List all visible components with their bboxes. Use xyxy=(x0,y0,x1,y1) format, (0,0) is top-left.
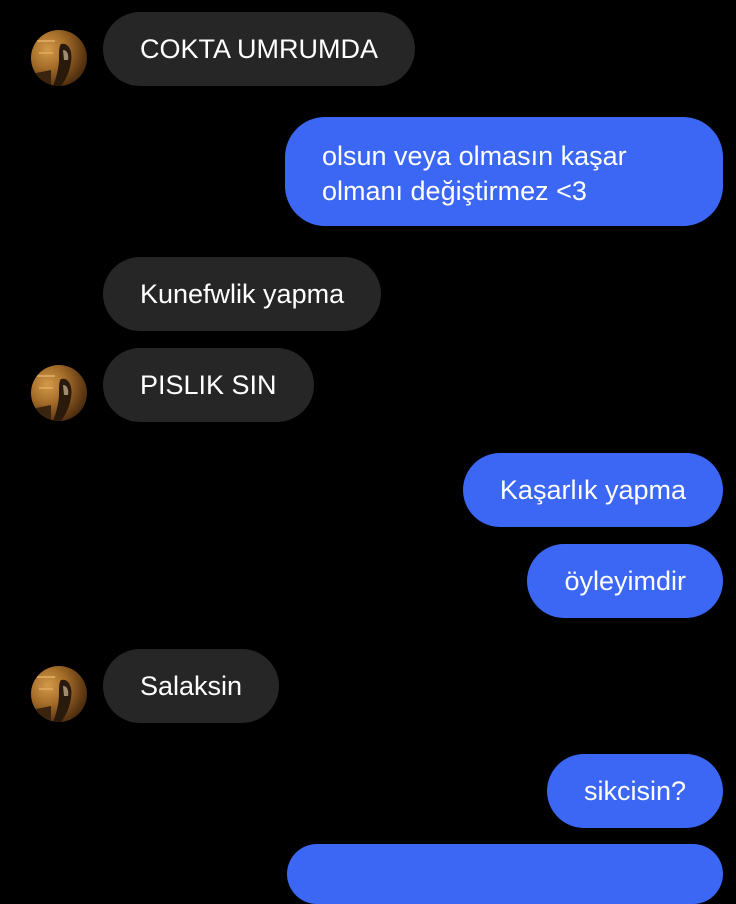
message-bubble-incoming[interactable]: COKTA UMRUMDA xyxy=(103,12,416,86)
message-bubble-incoming[interactable]: PISLIK SIN xyxy=(103,348,314,422)
message-text: Kaşarlık yapma xyxy=(499,475,686,505)
message-text: COKTA UMRUMDA xyxy=(140,34,379,64)
contact-avatar[interactable] xyxy=(31,365,87,421)
message-text: sikcisin? xyxy=(583,776,686,806)
avatar-photo-icon xyxy=(31,676,72,722)
message-bubble-outgoing[interactable]: öyleyimdir xyxy=(527,544,723,618)
message-bubble-outgoing[interactable]: Kaşarlık yapma xyxy=(462,453,723,527)
contact-avatar[interactable] xyxy=(31,30,87,86)
contact-avatar[interactable] xyxy=(31,666,87,722)
message-text: Kunefwlik yapma xyxy=(140,279,345,309)
message-text: olsun veya olmasın kaşar olmanı değiştir… xyxy=(322,141,627,206)
message-bubble-outgoing[interactable]: olsun veya olmasın kaşar olmanı değiştir… xyxy=(285,117,723,226)
message-bubble-incoming[interactable]: Salaksin xyxy=(103,649,280,723)
message-bubble-outgoing[interactable]: sikcisin? xyxy=(546,754,723,828)
message-bubble-incoming[interactable]: Kunefwlik yapma xyxy=(103,257,382,331)
message-text: öyleyimdir xyxy=(564,566,686,596)
avatar-photo-icon xyxy=(31,375,72,421)
message-bubble-outgoing[interactable] xyxy=(287,844,723,904)
message-text: PISLIK SIN xyxy=(140,370,277,400)
avatar-photo-icon xyxy=(31,40,72,86)
message-text: Salaksin xyxy=(140,671,243,701)
